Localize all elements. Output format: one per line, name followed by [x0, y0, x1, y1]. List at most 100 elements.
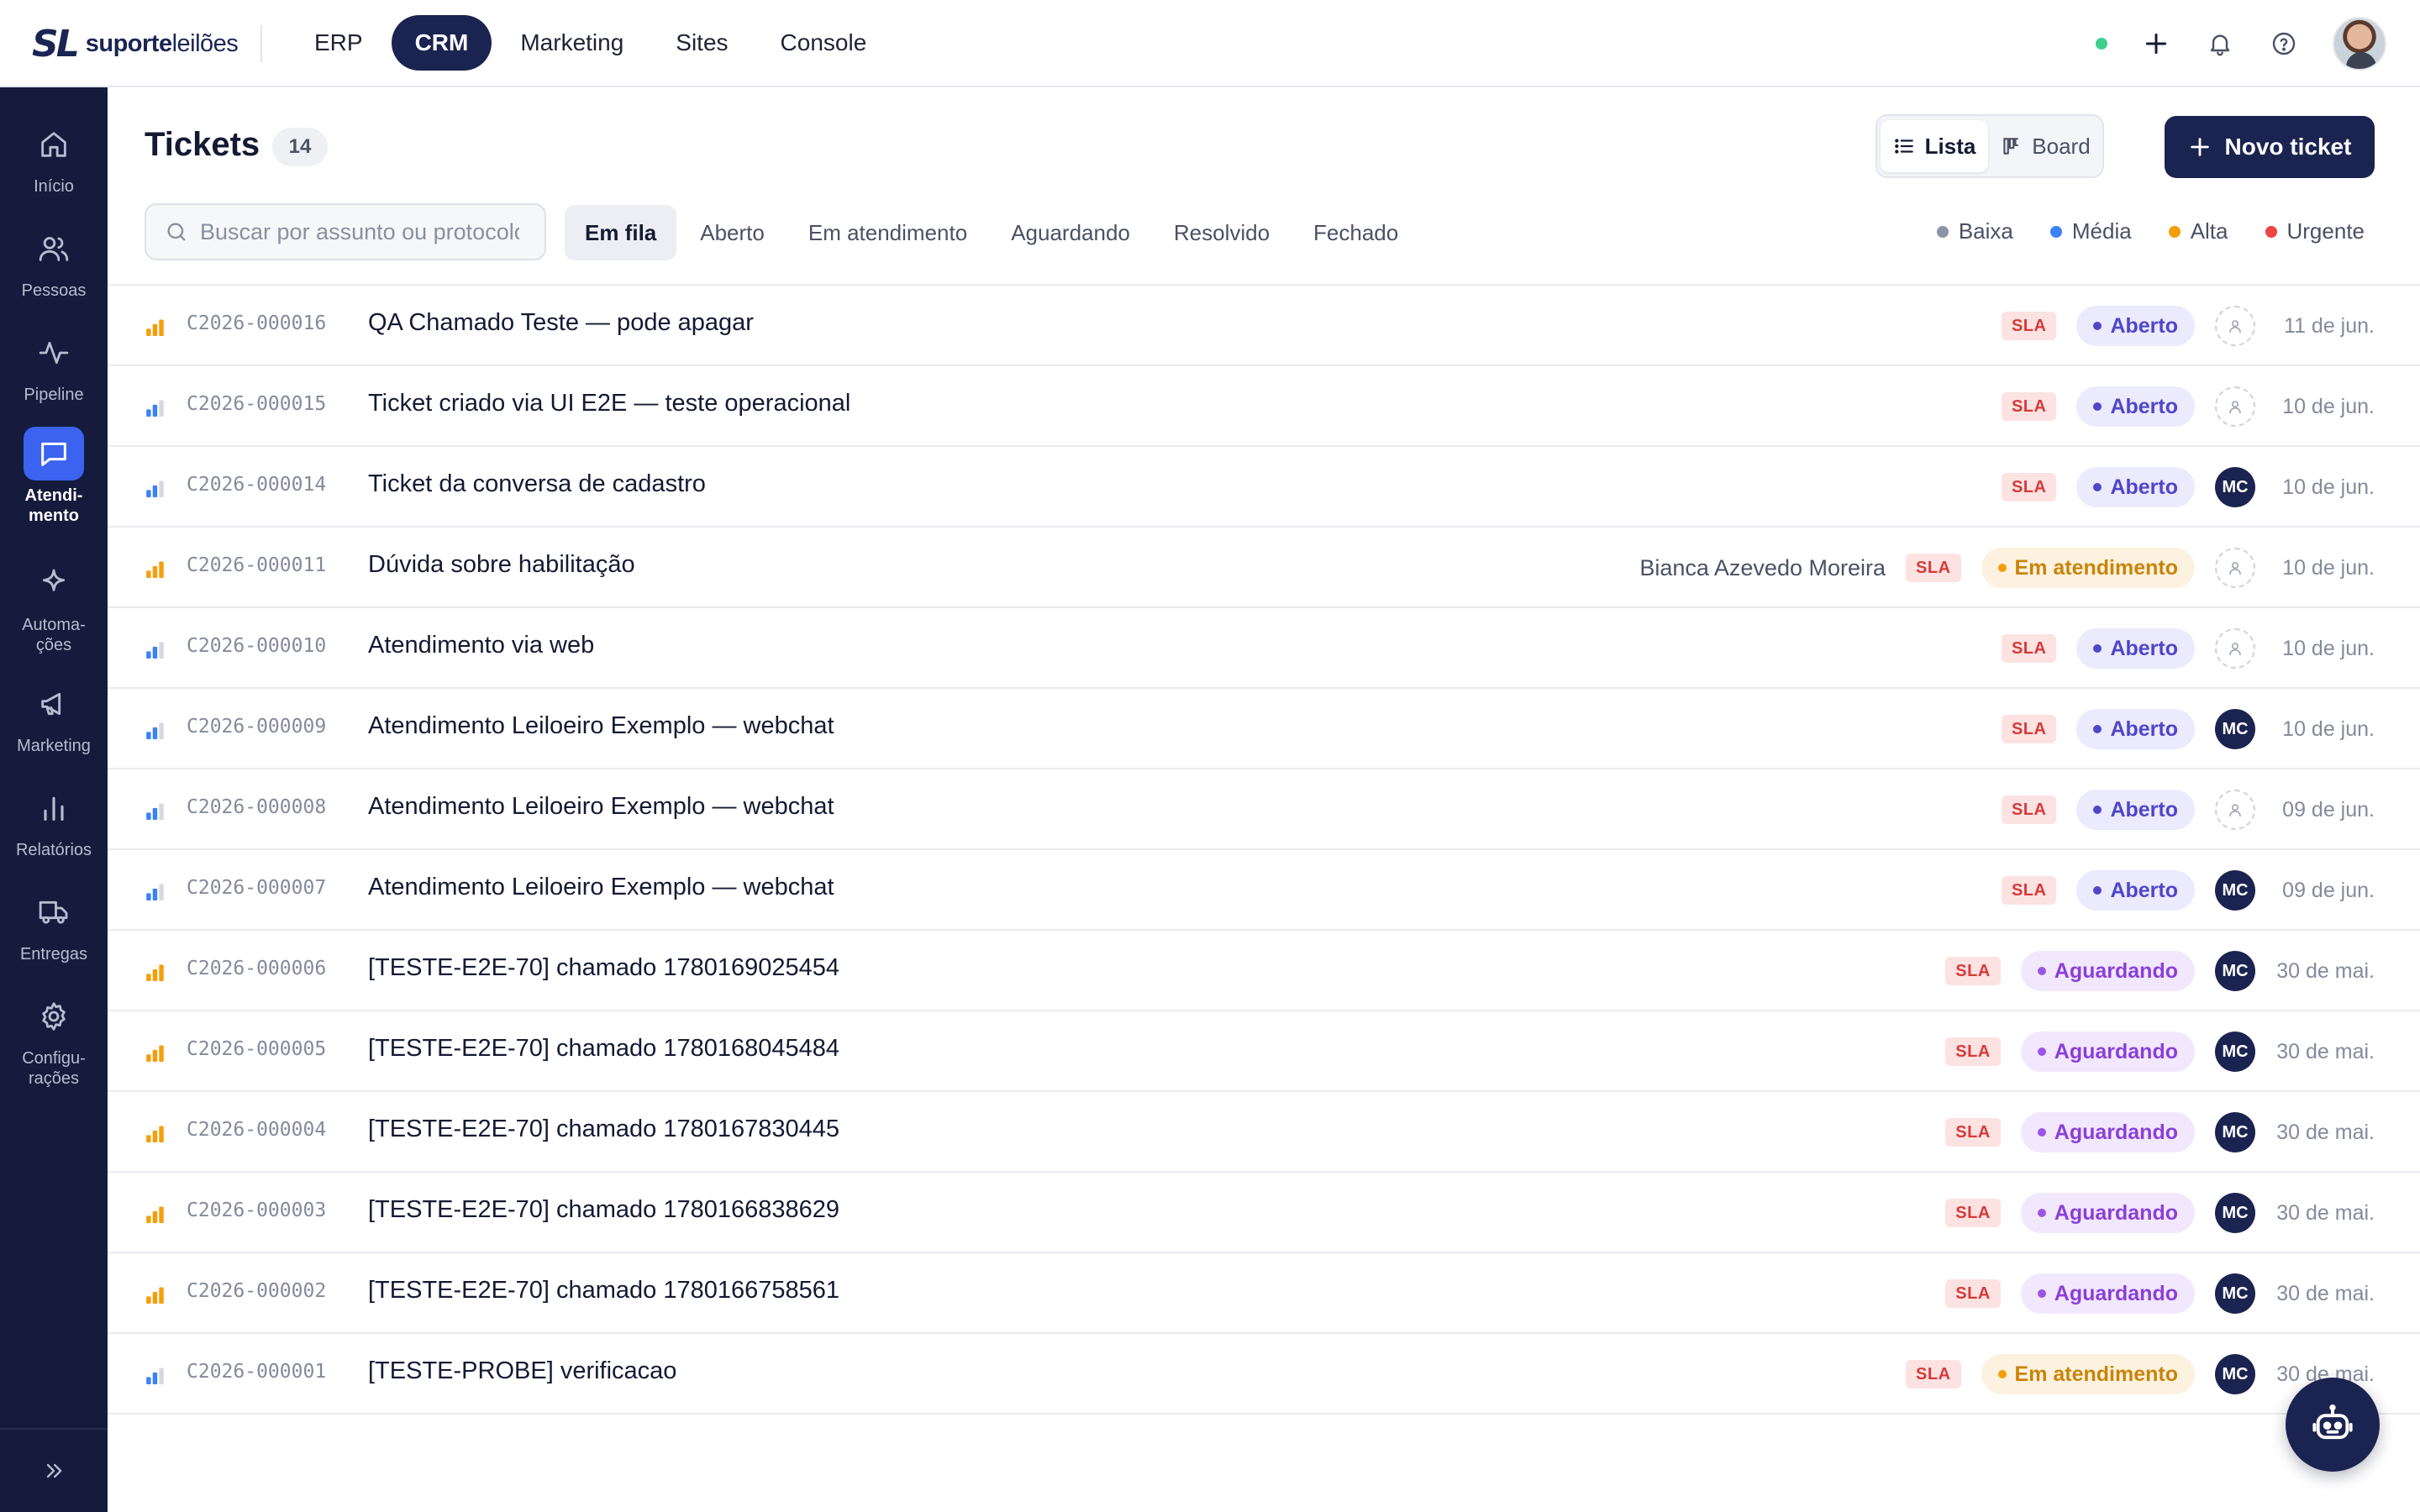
unassigned-user-icon[interactable]: [2215, 306, 2255, 346]
assignee-avatar[interactable]: MC: [2215, 709, 2255, 749]
table-row[interactable]: C2026-000015 Ticket criado via UI E2E — t…: [108, 366, 2420, 447]
ticket-subject[interactable]: [TESTE-PROBE] verificacao: [368, 1357, 676, 1385]
table-row[interactable]: C2026-000007 Atendimento Leiloeiro Exempl…: [108, 850, 2420, 931]
assignee-avatar[interactable]: MC: [2215, 1112, 2255, 1152]
legend-dot: [2265, 225, 2277, 238]
ticket-subject[interactable]: Atendimento via web: [368, 632, 594, 659]
assignee-avatar[interactable]: MC: [2215, 1354, 2255, 1394]
filter-em-atendimento[interactable]: Em atendimento: [788, 205, 987, 260]
ticket-subject[interactable]: Atendimento Leiloeiro Exemplo — webchat: [368, 712, 834, 740]
assignee-avatar[interactable]: MC: [2215, 1032, 2255, 1072]
bell-icon[interactable]: [2205, 29, 2235, 59]
ticket-subject[interactable]: Atendimento Leiloeiro Exemplo — webchat: [368, 793, 834, 821]
filter-fechado[interactable]: Fechado: [1293, 205, 1418, 260]
ticket-date: 30 de mai.: [2276, 1040, 2375, 1063]
sidebar-item-automacoes[interactable]: Automa- ções: [0, 556, 108, 655]
unassigned-user-icon[interactable]: [2215, 386, 2255, 427]
filter-em-fila[interactable]: Em fila: [565, 205, 677, 260]
table-row[interactable]: C2026-000014 Ticket da conversa de cadast…: [108, 447, 2420, 528]
top-nav-console[interactable]: Console: [757, 15, 891, 71]
sidebar-item-atendimento[interactable]: Atendi- mento: [0, 427, 108, 526]
filter-resolvido[interactable]: Resolvido: [1154, 205, 1290, 260]
search-input[interactable]: [200, 218, 519, 245]
top-nav-crm[interactable]: CRM: [391, 15, 492, 71]
ticket-subject[interactable]: Atendimento Leiloeiro Exemplo — webchat: [368, 874, 834, 901]
table-row[interactable]: C2026-000010 Atendimento via web SLA Aberto…: [108, 608, 2420, 689]
status-dot: [2093, 402, 2102, 411]
table-row[interactable]: C2026-000004 [TESTE-E2E-70] chamado 17801…: [108, 1092, 2420, 1173]
table-row[interactable]: C2026-000002 [TESTE-E2E-70] chamado 17801…: [108, 1253, 2420, 1334]
status-label: Aberto: [2110, 313, 2178, 338]
table-row[interactable]: C2026-000001 [TESTE-PROBE] verificacao SLA…: [108, 1334, 2420, 1415]
sla-badge: SLA: [2001, 312, 2057, 340]
kanban-icon: [2003, 138, 2018, 155]
status-label: Aguardando: [2054, 1200, 2178, 1225]
ticket-date: 10 de jun.: [2282, 475, 2375, 499]
table-row[interactable]: C2026-000016 QA Chamado Teste — pode apag…: [108, 286, 2420, 366]
top-divider: [260, 25, 262, 62]
ticket-date: 30 de mai.: [2276, 1121, 2375, 1144]
sidebar-item-pessoas[interactable]: Pessoas: [0, 222, 108, 301]
ticket-subject[interactable]: [TESTE-E2E-70] chamado 1780166838629: [368, 1196, 839, 1224]
filter-aberto[interactable]: Aberto: [680, 205, 785, 260]
assignee-avatar[interactable]: MC: [2215, 1273, 2255, 1314]
sidebar: Início Pessoas Pipeline Atendi- mento Au…: [0, 87, 108, 1512]
status-badge: Aberto: [2076, 709, 2195, 749]
top-nav-erp[interactable]: ERP: [291, 15, 387, 71]
view-board-button[interactable]: Board: [1991, 120, 2099, 172]
sidebar-item-entregas[interactable]: Entregas: [0, 885, 108, 964]
status-dot: [2037, 1047, 2046, 1056]
table-row[interactable]: C2026-000008 Atendimento Leiloeiro Exempl…: [108, 769, 2420, 850]
sidebar-item-pipeline[interactable]: Pipeline: [0, 326, 108, 405]
top-nav-marketing[interactable]: Marketing: [497, 15, 647, 71]
sidebar-item-inicio[interactable]: Início: [0, 118, 108, 197]
unassigned-user-icon[interactable]: [2215, 628, 2255, 669]
ticket-subject[interactable]: Ticket da conversa de cadastro: [368, 470, 706, 498]
ticket-subject[interactable]: Dúvida sobre habilitação: [368, 551, 635, 579]
ticket-subject[interactable]: QA Chamado Teste — pode apagar: [368, 309, 754, 337]
unassigned-user-icon[interactable]: [2215, 790, 2255, 830]
sidebar-expand-button[interactable]: [0, 1428, 108, 1512]
sidebar-item-relatorios[interactable]: Relatórios: [0, 781, 108, 860]
new-ticket-button[interactable]: Novo ticket: [2165, 116, 2375, 178]
ticket-subject[interactable]: [TESTE-E2E-70] chamado 1780166758561: [368, 1277, 839, 1305]
status-label: Aberto: [2110, 717, 2178, 741]
assignee-avatar[interactable]: MC: [2215, 870, 2255, 911]
assignee-avatar[interactable]: MC: [2215, 951, 2255, 991]
top-nav-sites[interactable]: Sites: [652, 15, 751, 71]
table-row[interactable]: C2026-000009 Atendimento Leiloeiro Exempl…: [108, 689, 2420, 769]
priority-media-icon: [146, 884, 164, 900]
sla-badge: SLA: [1945, 1279, 2001, 1308]
plus-icon[interactable]: [2141, 29, 2171, 59]
unassigned-user-icon[interactable]: [2215, 548, 2255, 588]
sidebar-item-configuracoes[interactable]: Configu- rações: [0, 990, 108, 1089]
ticket-meta: SLA Aberto MC: [2001, 465, 2255, 509]
help-icon[interactable]: [2269, 29, 2299, 59]
status-badge: Aberto: [2076, 467, 2195, 507]
user-avatar[interactable]: [2333, 17, 2386, 71]
ticket-subject[interactable]: [TESTE-E2E-70] chamado 1780169025454: [368, 954, 839, 982]
assignee-avatar[interactable]: MC: [2215, 467, 2255, 507]
table-row[interactable]: C2026-000005 [TESTE-E2E-70] chamado 17801…: [108, 1011, 2420, 1092]
legend-item-alta: Alta: [2168, 218, 2228, 244]
status-label: Aberto: [2110, 797, 2178, 822]
assignee-avatar[interactable]: MC: [2215, 1193, 2255, 1233]
sidebar-item-label: Atendi- mento: [24, 486, 83, 525]
ticket-subject[interactable]: Ticket criado via UI E2E — teste operaci…: [368, 390, 850, 417]
ticket-subject[interactable]: [TESTE-E2E-70] chamado 1780167830445: [368, 1116, 839, 1143]
plus-icon: [2190, 138, 2209, 156]
legend-label: Alta: [2190, 218, 2228, 244]
brand-logo[interactable]: SL suporteleilões: [32, 23, 239, 66]
table-row[interactable]: C2026-000006 [TESTE-E2E-70] chamado 17801…: [108, 931, 2420, 1011]
sidebar-item-marketing[interactable]: Marketing: [0, 677, 108, 756]
ticket-protocol: C2026-000003: [187, 1200, 327, 1221]
view-list-button[interactable]: Lista: [1881, 120, 1988, 172]
ticket-date: 10 de jun.: [2282, 637, 2375, 660]
status-badge: Aguardando: [2020, 1032, 2195, 1072]
table-row[interactable]: C2026-000003 [TESTE-E2E-70] chamado 17801…: [108, 1173, 2420, 1253]
assistant-bot-button[interactable]: [2286, 1378, 2380, 1472]
status-badge: Aberto: [2076, 386, 2195, 427]
table-row[interactable]: C2026-000011 Dúvida sobre habilitação Bian…: [108, 528, 2420, 608]
filter-aguardando[interactable]: Aguardando: [991, 205, 1150, 260]
ticket-subject[interactable]: [TESTE-E2E-70] chamado 1780168045484: [368, 1035, 839, 1063]
